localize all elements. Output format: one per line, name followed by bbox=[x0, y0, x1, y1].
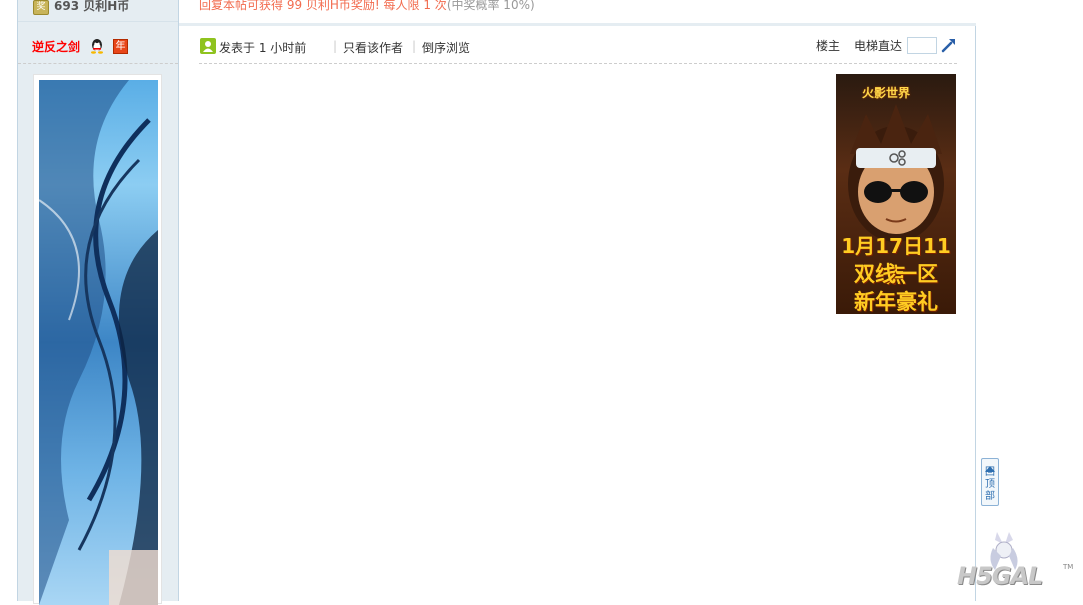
ad-headline: 双线一区 bbox=[854, 262, 938, 286]
go-arrow-icon[interactable] bbox=[941, 37, 957, 53]
logo-trademark: TM bbox=[1063, 563, 1074, 571]
only-author-link[interactable]: 只看该作者 bbox=[343, 39, 403, 56]
reward-text: 回复本帖可获得 99 贝利H币奖励! 每人限 1 次(中奖概率 10%) bbox=[199, 0, 535, 12]
year-badge-icon: 年 bbox=[113, 39, 128, 54]
author-row: 逆反之剑 年 bbox=[18, 30, 178, 64]
page-wrapper: 奖 693 贝利H币 逆反之剑 年 回复本帖可获得 99 贝利H币奖励! 每人限… bbox=[17, 0, 976, 605]
reverse-order-link[interactable]: 倒序浏览 bbox=[422, 39, 470, 56]
meta-separator: | bbox=[333, 39, 338, 53]
logo-text: H5GAL bbox=[957, 562, 1043, 590]
coin-count: 693 贝利H币 bbox=[54, 0, 130, 13]
ad-subheadline: 新年豪礼 bbox=[854, 290, 938, 314]
site-logo[interactable]: H5GAL TM bbox=[953, 530, 1079, 598]
advertisement-banner[interactable]: 火影世界 1月17日11点 双线一区 新年豪礼 bbox=[836, 74, 956, 314]
floor-jump-input[interactable] bbox=[907, 37, 937, 54]
qq-penguin-icon[interactable] bbox=[90, 39, 104, 54]
reward-odds: (中奖概率 10%) bbox=[446, 0, 535, 12]
coin-icon: 奖 bbox=[33, 0, 49, 15]
avatar-frame bbox=[33, 74, 162, 605]
floor-label: 楼主 bbox=[815, 39, 840, 53]
floor-jump-label: 电梯直达 bbox=[853, 39, 902, 53]
back-to-top-button[interactable]: 回顶部 bbox=[981, 458, 999, 506]
ad-title: 火影世界 bbox=[862, 86, 911, 100]
post-time: 发表于 1 小时前 bbox=[219, 41, 307, 55]
meta-separator: | bbox=[412, 39, 417, 53]
author-sidebar: 奖 693 贝利H币 逆反之剑 年 bbox=[18, 0, 179, 605]
back-to-top-label: 回顶部 bbox=[985, 467, 995, 502]
author-username[interactable]: 逆反之剑 bbox=[32, 38, 80, 55]
previous-post-stats: 奖 693 贝利H币 bbox=[18, 0, 178, 22]
online-status-icon bbox=[200, 38, 216, 54]
avatar[interactable] bbox=[39, 80, 158, 605]
reward-bar: 回复本帖可获得 99 贝利H币奖励! 每人限 1 次(中奖概率 10%) bbox=[179, 0, 976, 26]
post-meta-bar: 发表于 1 小时前 | 只看该作者 | 倒序浏览 楼主 电梯直达 bbox=[199, 30, 957, 64]
